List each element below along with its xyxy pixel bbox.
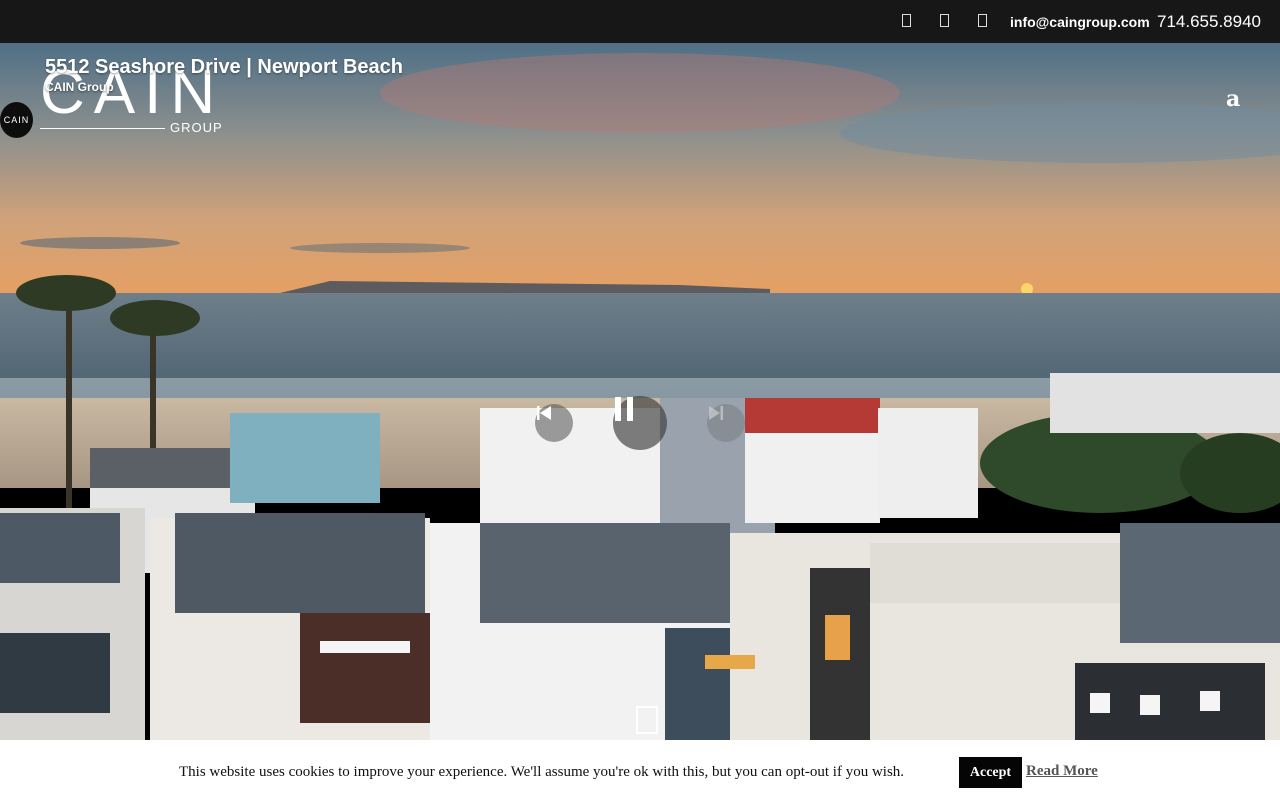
previous-button[interactable] bbox=[535, 404, 573, 442]
email-link[interactable]: info@caingroup.com bbox=[1010, 14, 1150, 30]
facebook-icon[interactable] bbox=[902, 14, 911, 27]
video-title[interactable]: 5512 Seashore Drive | Newport Beach bbox=[45, 56, 403, 79]
pause-button[interactable] bbox=[613, 396, 667, 450]
cookie-message: This website uses cookies to improve you… bbox=[179, 764, 905, 780]
youtube-icon[interactable] bbox=[978, 14, 987, 27]
skip-previous-icon bbox=[537, 406, 551, 420]
logo-subtitle: GROUP bbox=[170, 120, 223, 135]
cookie-banner: This website uses cookies to improve you… bbox=[0, 740, 1280, 800]
logo-rule bbox=[40, 128, 165, 129]
instagram-icon[interactable] bbox=[940, 14, 949, 27]
channel-name[interactable]: CAIN Group bbox=[45, 80, 114, 94]
next-button[interactable] bbox=[707, 404, 745, 442]
top-bar: info@caingroup.com 714.655.8940 bbox=[0, 0, 1280, 43]
scroll-down-indicator[interactable] bbox=[636, 706, 658, 734]
hero-background bbox=[0, 43, 1280, 740]
pause-icon bbox=[615, 397, 633, 421]
menu-toggle[interactable]: a bbox=[1226, 86, 1240, 112]
phone-link[interactable]: 714.655.8940 bbox=[1157, 12, 1261, 32]
avatar-text: CAIN bbox=[3, 115, 30, 125]
skip-next-icon bbox=[709, 406, 723, 420]
accept-cookies-button[interactable]: Accept bbox=[959, 757, 1022, 788]
hero-video[interactable]: CAIN 5512 Seashore Drive | Newport Beach… bbox=[0, 43, 1280, 740]
channel-avatar[interactable]: CAIN bbox=[0, 102, 33, 138]
read-more-link[interactable]: Read More bbox=[1026, 763, 1098, 780]
